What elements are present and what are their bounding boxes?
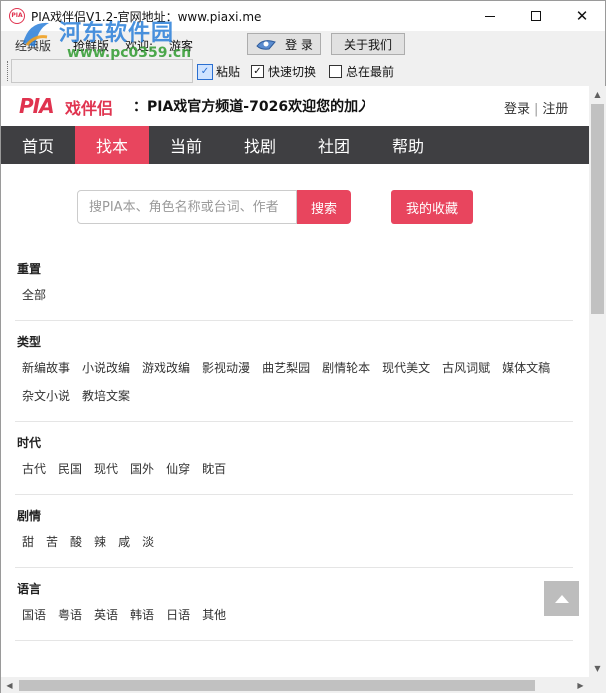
nav-find-script[interactable]: 找本 xyxy=(75,126,149,164)
filter-option[interactable]: 古代 xyxy=(22,459,46,479)
filter-group-title: 剧情 xyxy=(17,509,42,523)
filter-option[interactable]: 新编故事 xyxy=(22,358,70,378)
login-button[interactable]: 登 录 xyxy=(247,33,321,55)
filter-group-title: 类型 xyxy=(17,335,42,349)
filter-option[interactable]: 杂文小说 xyxy=(22,386,70,406)
paste-checkbox[interactable]: ✓ 粘贴 xyxy=(197,63,240,80)
register-link[interactable]: 注册 xyxy=(542,102,568,117)
scrollbar-corner xyxy=(589,677,606,693)
filter-option[interactable]: 现代 xyxy=(94,459,118,479)
filter-option[interactable]: 曲艺梨园 xyxy=(262,358,310,378)
filter-option[interactable]: 媒体文稿 xyxy=(502,358,550,378)
web-view: PIA 戏伴侣 ：PIA戏官方频道-7026欢迎您的加入 登录 | 注册 首页 找本… xyxy=(1,86,589,677)
search-input[interactable] xyxy=(78,191,296,223)
watermark-logo-icon xyxy=(23,22,49,47)
filter-group-title: 语言 xyxy=(17,582,42,596)
filter-option[interactable]: 现代美文 xyxy=(382,358,430,378)
quick-switch-checkbox[interactable]: ✓ 快速切换 xyxy=(251,63,316,80)
always-on-top-label: 总在最前 xyxy=(346,65,395,79)
filter-option[interactable]: 甜 xyxy=(22,532,34,552)
site-logo[interactable]: PIA xyxy=(19,94,55,118)
quick-switch-check-icon: ✓ xyxy=(251,65,264,78)
minimize-icon xyxy=(485,15,495,17)
app-window: PIA PIA戏伴侣V1.2-官网地址：www.piaxi.me ✕ 经典版 抢… xyxy=(0,0,606,693)
main-nav: 首页 找本 当前 找剧 社团 帮助 xyxy=(1,126,589,164)
close-button[interactable]: ✕ xyxy=(559,1,605,31)
filter-option[interactable]: 苦 xyxy=(46,532,58,552)
nav-find-drama[interactable]: 找剧 xyxy=(223,126,297,164)
nav-current[interactable]: 当前 xyxy=(149,126,223,164)
always-on-top-checkbox[interactable]: 总在最前 xyxy=(329,63,394,80)
arrow-up-icon xyxy=(554,594,569,603)
filter-option[interactable]: 眈百 xyxy=(202,459,226,479)
scroll-down-icon[interactable]: ▼ xyxy=(589,660,606,677)
filter-option[interactable]: 游戏改编 xyxy=(142,358,190,378)
minimize-button[interactable] xyxy=(467,1,513,31)
filter-panel: 重置 全部 类型 新编故事 小说改编 游戏改编 影视动漫 曲艺梨园 剧情轮本 现… xyxy=(15,248,573,641)
vertical-scroll-thumb[interactable] xyxy=(591,104,604,314)
paste-label: 粘贴 xyxy=(216,65,241,79)
filter-option[interactable]: 民国 xyxy=(58,459,82,479)
quick-switch-label: 快速切换 xyxy=(268,65,317,79)
scroll-to-top-button[interactable] xyxy=(544,581,579,616)
scroll-left-icon[interactable]: ◀ xyxy=(1,677,18,693)
url-field[interactable] xyxy=(11,59,193,83)
toolbar-grip[interactable] xyxy=(7,61,9,81)
filter-group-language: 语言 国语 粤语 英语 韩语 日语 其他 xyxy=(15,568,573,641)
site-logo-cn: 戏伴侣 xyxy=(65,99,114,118)
horizontal-scroll-thumb[interactable] xyxy=(19,680,535,691)
filter-option[interactable]: 粤语 xyxy=(58,605,82,625)
auth-separator: | xyxy=(534,102,539,117)
announcement-marquee: ：PIA戏官方频道-7026欢迎您的加入 xyxy=(133,99,365,115)
horizontal-scrollbar[interactable]: ◀ ▶ xyxy=(1,677,589,693)
login-button-label: 登 录 xyxy=(285,37,313,52)
filter-group-title: 时代 xyxy=(17,436,42,450)
nav-home[interactable]: 首页 xyxy=(1,126,75,164)
site-header: PIA 戏伴侣 ：PIA戏官方频道-7026欢迎您的加入 登录 | 注册 xyxy=(1,86,589,126)
site-logo-text: PIA xyxy=(19,94,55,118)
maximize-button[interactable] xyxy=(513,1,559,31)
filter-option[interactable]: 日语 xyxy=(166,605,190,625)
filter-group-plot: 剧情 甜 苦 酸 辣 咸 淡 xyxy=(15,495,573,568)
filter-group-era: 时代 古代 民国 现代 国外 仙穿 眈百 xyxy=(15,422,573,495)
filter-option[interactable]: 影视动漫 xyxy=(202,358,250,378)
filter-option[interactable]: 辣 xyxy=(94,532,106,552)
eye-login-icon xyxy=(256,40,276,50)
filter-option[interactable]: 古风词赋 xyxy=(442,358,490,378)
nav-help[interactable]: 帮助 xyxy=(371,126,445,164)
filter-option[interactable]: 英语 xyxy=(94,605,118,625)
filter-group-type: 类型 新编故事 小说改编 游戏改编 影视动漫 曲艺梨园 剧情轮本 现代美文 古风… xyxy=(15,321,573,422)
nav-clubs[interactable]: 社团 xyxy=(297,126,371,164)
always-on-top-box xyxy=(329,65,342,78)
scroll-up-icon[interactable]: ▲ xyxy=(589,86,606,103)
filter-option[interactable]: 国外 xyxy=(130,459,154,479)
filter-option[interactable]: 教培文案 xyxy=(82,386,130,406)
filter-option[interactable]: 韩语 xyxy=(130,605,154,625)
favorites-button[interactable]: 我的收藏 xyxy=(391,190,473,224)
watermark-title: 河东软件园 xyxy=(59,21,175,46)
scroll-right-icon[interactable]: ▶ xyxy=(572,677,589,693)
filter-option-all[interactable]: 全部 xyxy=(22,285,46,305)
maximize-icon xyxy=(531,11,541,21)
filter-option[interactable]: 国语 xyxy=(22,605,46,625)
filter-option[interactable]: 酸 xyxy=(70,532,82,552)
filter-option[interactable]: 剧情轮本 xyxy=(322,358,370,378)
close-icon: ✕ xyxy=(575,6,589,25)
filter-option[interactable]: 其他 xyxy=(202,605,226,625)
filter-option[interactable]: 仙穿 xyxy=(166,459,190,479)
filter-option[interactable]: 小说改编 xyxy=(82,358,130,378)
filter-group-reset: 重置 全部 xyxy=(15,248,573,321)
auth-links: 登录 | 注册 xyxy=(504,98,568,117)
login-link[interactable]: 登录 xyxy=(504,102,530,117)
search-button[interactable]: 搜索 xyxy=(297,190,351,224)
filter-option[interactable]: 淡 xyxy=(142,532,154,552)
paste-icon: ✓ xyxy=(197,63,213,80)
about-button[interactable]: 关于我们 xyxy=(331,33,405,55)
filter-option[interactable]: 咸 xyxy=(118,532,130,552)
filter-group-title: 重置 xyxy=(17,262,42,276)
search-box xyxy=(77,190,297,224)
vertical-scrollbar[interactable]: ▲ ▼ xyxy=(589,86,606,677)
watermark-url: www.pc0359.cn xyxy=(67,45,192,61)
